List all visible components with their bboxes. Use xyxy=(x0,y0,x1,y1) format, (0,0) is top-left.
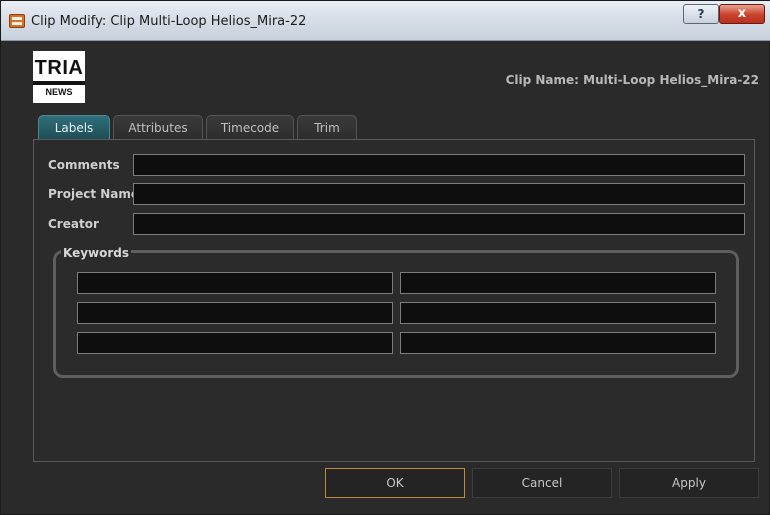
comments-field[interactable] xyxy=(133,154,745,176)
keyword-field-1[interactable] xyxy=(77,272,393,294)
title-bar[interactable]: Clip Modify: Clip Multi-Loop Helios_Mira… xyxy=(1,1,770,41)
keywords-title: Keywords xyxy=(61,246,132,260)
creator-field[interactable] xyxy=(133,213,745,235)
help-button[interactable]: ? xyxy=(683,4,719,24)
tab-labels[interactable]: Labels xyxy=(38,115,110,140)
creator-label: Creator xyxy=(48,217,99,231)
project-name-label: Project Name xyxy=(48,187,140,201)
close-button[interactable]: x xyxy=(719,4,765,24)
tab-trim[interactable]: Trim xyxy=(297,115,357,139)
keyword-field-2[interactable] xyxy=(400,272,716,294)
tab-attributes[interactable]: Attributes xyxy=(113,115,203,139)
apply-button[interactable]: Apply xyxy=(619,468,759,498)
comments-label: Comments xyxy=(48,158,120,172)
app-icon xyxy=(9,14,25,28)
keyword-field-3[interactable] xyxy=(77,302,393,324)
window-title: Clip Modify: Clip Multi-Loop Helios_Mira… xyxy=(31,14,307,29)
logo-subtext: NEWS xyxy=(45,87,73,97)
ok-button[interactable]: OK xyxy=(325,468,465,498)
tria-news-logo: TRIA NEWS xyxy=(33,51,85,103)
clip-name-label: Clip Name: Multi-Loop Helios_Mira-22 xyxy=(505,73,759,87)
clip-modify-dialog: Clip Modify: Clip Multi-Loop Helios_Mira… xyxy=(0,0,770,515)
logo-text: TRIA xyxy=(34,57,84,79)
project-name-field[interactable] xyxy=(133,183,745,205)
logo-band xyxy=(33,81,85,85)
keyword-field-4[interactable] xyxy=(400,302,716,324)
cancel-button[interactable]: Cancel xyxy=(472,468,612,498)
tab-timecode[interactable]: Timecode xyxy=(206,115,294,139)
keyword-field-6[interactable] xyxy=(400,332,716,354)
keyword-field-5[interactable] xyxy=(77,332,393,354)
